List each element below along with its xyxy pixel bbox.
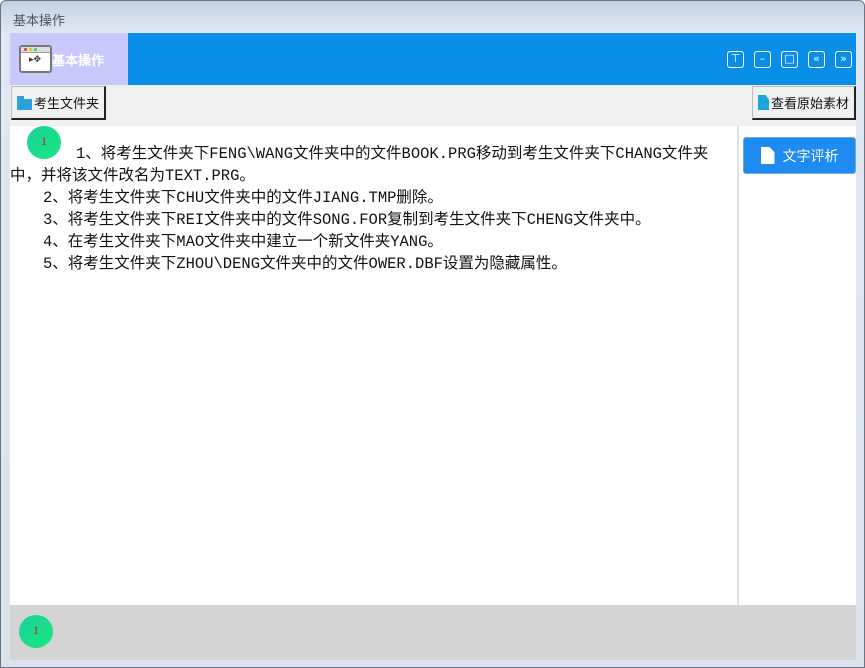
toolbar: 考生文件夹 查看原始素材: [10, 85, 856, 126]
question-nav-badge[interactable]: 1: [19, 615, 53, 648]
examinee-folder-button[interactable]: 考生文件夹: [11, 86, 107, 120]
footer-bar: 1: [10, 605, 856, 660]
app-window: 基本操作 ▸✥ 基本操作 ⊤ – □ « » 考生文件夹 查看原始素材 1 1、…: [0, 0, 865, 668]
folder-icon: [17, 95, 32, 110]
window-title: 基本操作: [13, 14, 66, 29]
document-icon: [760, 147, 775, 164]
pin-icon[interactable]: ⊤: [727, 51, 744, 68]
document-icon: [757, 95, 769, 110]
view-material-label: 查看原始素材: [770, 97, 849, 112]
text-evaluation-button[interactable]: 文字评析: [743, 137, 856, 174]
view-original-material-button[interactable]: 查看原始素材: [751, 86, 856, 120]
question-text: 1、将考生文件夹下FENG\WANG文件夹中的文件BOOK.PRG移动到考生文件…: [10, 143, 735, 275]
side-panel: 文字评析: [738, 126, 856, 605]
header-bar: ▸✥ 基本操作 ⊤ – □ « »: [10, 33, 856, 85]
question-item: 2、将考生文件夹下CHU文件夹中的文件JIANG.TMP删除。: [43, 189, 443, 207]
question-content: 1 1、将考生文件夹下FENG\WANG文件夹中的文件BOOK.PRG移动到考生…: [10, 126, 737, 605]
header-title-block: ▸✥ 基本操作: [10, 33, 128, 85]
examinee-folder-label: 考生文件夹: [34, 97, 100, 112]
question-item: 3、将考生文件夹下REI文件夹中的文件SONG.FOR复制到考生文件夹下CHEN…: [43, 211, 651, 229]
app-window-icon: ▸✥: [19, 45, 52, 73]
next-icon[interactable]: »: [835, 51, 852, 68]
question-item: 4、在考生文件夹下MAO文件夹中建立一个新文件夹YANG。: [43, 233, 443, 251]
maximize-icon[interactable]: □: [781, 51, 798, 68]
question-item: 1、将考生文件夹下FENG\WANG文件夹中的文件BOOK.PRG移动到考生文件…: [10, 145, 709, 185]
header-title: 基本操作: [52, 54, 105, 69]
question-item: 5、将考生文件夹下ZHOU\DENG文件夹中的文件OWER.DBF设置为隐藏属性…: [43, 255, 567, 273]
previous-icon[interactable]: «: [808, 51, 825, 68]
text-evaluation-label: 文字评析: [782, 148, 839, 165]
minimize-icon[interactable]: –: [754, 51, 771, 68]
